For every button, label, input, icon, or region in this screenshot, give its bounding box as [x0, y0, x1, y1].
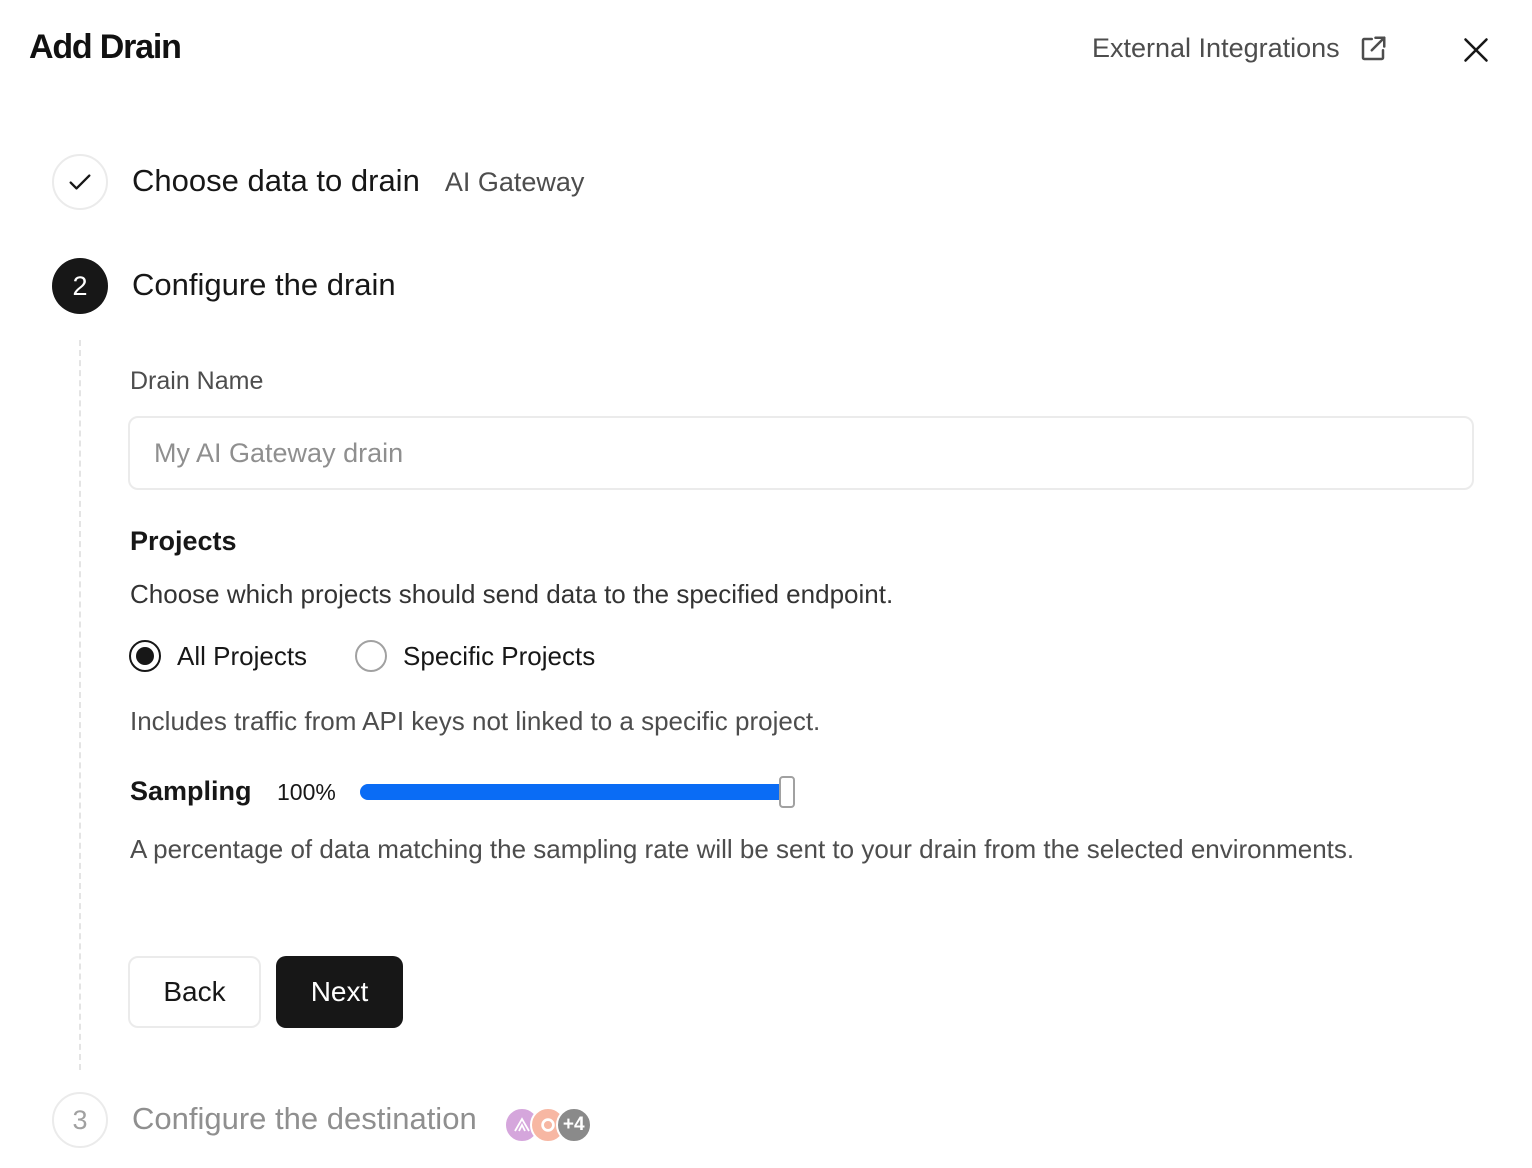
step-1-selection: AI Gateway — [444, 167, 585, 197]
step-2-indicator: 2 — [52, 258, 108, 314]
radio-all-projects[interactable]: All Projects — [129, 640, 307, 672]
step-1-title-row[interactable]: Choose data to drain AI Gateway — [132, 163, 584, 199]
sampling-slider-fill — [360, 784, 787, 800]
destination-avatars: +4 — [503, 1107, 592, 1143]
radio-specific-projects-label: Specific Projects — [403, 640, 596, 671]
sampling-description: A percentage of data matching the sampli… — [130, 834, 1355, 864]
drain-name-input[interactable] — [128, 416, 1474, 490]
radio-unchecked-indicator — [355, 640, 388, 672]
step-1-title: Choose data to drain — [132, 163, 420, 198]
sampling-slider-handle[interactable] — [779, 776, 795, 808]
external-integrations-label: External Integrations — [1092, 33, 1340, 63]
radio-specific-projects[interactable]: Specific Projects — [355, 640, 595, 672]
external-integrations-link[interactable]: External Integrations — [1092, 33, 1388, 64]
close-button[interactable] — [1458, 32, 1494, 68]
step-1-indicator — [52, 154, 108, 210]
step-3-title-row: Configure the destination +4 — [132, 1101, 592, 1143]
projects-description: Choose which projects should send data t… — [130, 579, 894, 609]
close-icon — [1464, 38, 1488, 62]
external-link-icon — [1361, 36, 1386, 60]
sampling-slider[interactable] — [360, 776, 795, 808]
projects-note: Includes traffic from API keys not linke… — [130, 706, 821, 736]
sampling-label: Sampling — [130, 776, 252, 806]
step-2-title: Configure the drain — [132, 267, 396, 303]
step-2-title-text: Configure the drain — [132, 267, 396, 302]
back-button[interactable]: Back — [128, 956, 261, 1028]
radio-all-projects-label: All Projects — [177, 640, 308, 671]
more-destinations-count: +4 — [555, 1107, 592, 1143]
projects-title: Projects — [130, 526, 237, 556]
drain-name-label: Drain Name — [130, 367, 264, 395]
check-icon — [69, 174, 91, 190]
sampling-value: 100% — [277, 779, 336, 805]
step-connector — [79, 340, 81, 1070]
add-drain-modal: Add Drain External Integrations Choose d… — [0, 0, 1532, 1168]
step-3-title: Configure the destination — [132, 1101, 477, 1136]
radio-checked-indicator — [129, 640, 161, 672]
page-title: Add Drain — [29, 28, 182, 66]
projects-radio-group: All Projects Specific Projects — [129, 640, 595, 672]
step-3-indicator: 3 — [52, 1092, 108, 1148]
next-button[interactable]: Next — [276, 956, 403, 1028]
